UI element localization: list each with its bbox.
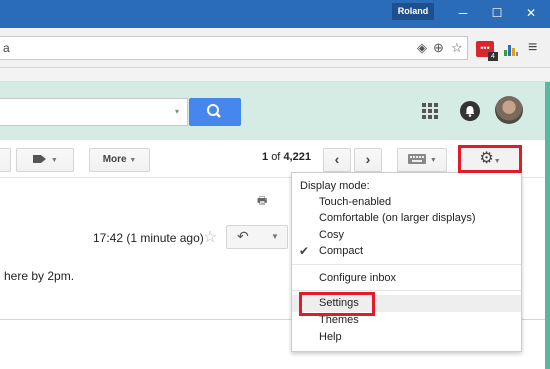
menu-divider xyxy=(292,264,521,265)
extension-badge: 4 xyxy=(488,52,498,61)
pager-of: of xyxy=(271,151,281,163)
account-avatar[interactable] xyxy=(495,96,523,124)
more-button[interactable]: More ▼ xyxy=(89,148,150,172)
menu-item-label: Cosy xyxy=(319,229,345,241)
search-options-caret-icon[interactable]: ▾ xyxy=(175,107,179,116)
apps-grid-icon[interactable] xyxy=(422,103,438,119)
chrome-menu-icon[interactable]: ≡ xyxy=(528,39,537,57)
labels-caret-icon: ▼ xyxy=(50,157,58,164)
menu-item-configure-inbox[interactable]: Configure inbox xyxy=(292,270,521,287)
menu-item-compact[interactable]: ✔ Compact xyxy=(292,243,521,260)
menu-divider xyxy=(292,290,521,291)
newer-button[interactable]: ‹ xyxy=(323,148,351,172)
address-text: a xyxy=(3,41,10,55)
address-bar[interactable]: a ◈ ⊕ ☆ xyxy=(0,36,468,60)
gmail-header: ▾ xyxy=(0,82,550,140)
bookmarks-strip xyxy=(0,68,550,82)
settings-menu: Display mode: Touch-enabled Comfortable … xyxy=(291,172,522,352)
pager-count: 1 of 4,221 xyxy=(262,151,311,163)
menu-item-touch-enabled[interactable]: Touch-enabled xyxy=(292,194,521,211)
input-tools-caret-icon: ▼ xyxy=(429,157,437,164)
menu-item-label: Comfortable (on larger displays) xyxy=(319,212,476,224)
message-timestamp: 17:42 (1 minute ago) xyxy=(93,231,204,245)
browser-toolbar: a ◈ ⊕ ☆ ••• 4 ≡ xyxy=(0,28,550,68)
minimize-button[interactable]: ─ xyxy=(446,0,480,28)
search-input[interactable]: ▾ xyxy=(0,98,188,126)
search-icon xyxy=(207,104,221,118)
menu-item-help[interactable]: Help xyxy=(292,329,521,346)
reply-button[interactable]: ↶ ▼ xyxy=(226,225,288,249)
menu-item-label: Compact xyxy=(319,245,364,257)
menu-item-label: Help xyxy=(319,331,342,343)
message-body: here by 2pm. xyxy=(4,269,75,283)
scrollbar-strip[interactable] xyxy=(545,82,550,369)
pager-range: 1 xyxy=(262,151,269,163)
older-button[interactable]: › xyxy=(354,148,382,172)
keyboard-icon xyxy=(408,154,427,165)
print-icon[interactable]: 🖶 xyxy=(257,192,267,211)
chevron-left-icon: ‹ xyxy=(334,151,340,167)
close-button[interactable]: ✕ xyxy=(514,0,548,28)
maximize-button[interactable]: ☐ xyxy=(480,0,514,28)
star-icon[interactable]: ☆ xyxy=(203,227,217,247)
display-mode-header: Display mode: xyxy=(300,180,370,192)
labels-button[interactable]: ▼ xyxy=(16,148,74,172)
translate-icon[interactable]: ◈ xyxy=(417,40,427,56)
menu-item-comfortable[interactable]: Comfortable (on larger displays) xyxy=(292,210,521,227)
menu-item-label: Configure inbox xyxy=(319,272,397,284)
checkmark-icon: ✔ xyxy=(299,244,310,258)
window-titlebar: Roland ─ ☐ ✕ xyxy=(0,0,550,28)
settings-caret-icon: ▼ xyxy=(493,158,501,165)
chevron-right-icon: › xyxy=(365,151,371,167)
menu-item-cosy[interactable]: Cosy xyxy=(292,227,521,244)
more-caret-icon: ▼ xyxy=(129,157,137,164)
gear-icon: ⚙ xyxy=(479,150,494,167)
label-tag-icon xyxy=(33,155,47,164)
reply-more-caret-icon[interactable]: ▼ xyxy=(271,232,279,241)
profile-user-badge[interactable]: Roland xyxy=(392,3,434,20)
archive-button[interactable] xyxy=(0,148,11,172)
extension-chart-icon[interactable] xyxy=(503,41,519,57)
pager-total: 4,221 xyxy=(283,151,311,163)
reply-arrow-icon: ↶ xyxy=(237,228,249,244)
more-label: More xyxy=(102,154,127,165)
settings-gear-button[interactable]: ⚙▼ xyxy=(458,145,522,173)
settings-highlight-frame xyxy=(299,292,375,316)
notifications-bell-icon[interactable] xyxy=(460,101,480,121)
search-button[interactable] xyxy=(189,98,241,126)
input-tools-button[interactable]: ▼ xyxy=(397,148,447,172)
zoom-icon[interactable]: ⊕ xyxy=(433,40,444,56)
bookmark-star-icon[interactable]: ☆ xyxy=(451,40,463,56)
menu-item-label: Touch-enabled xyxy=(319,196,392,208)
